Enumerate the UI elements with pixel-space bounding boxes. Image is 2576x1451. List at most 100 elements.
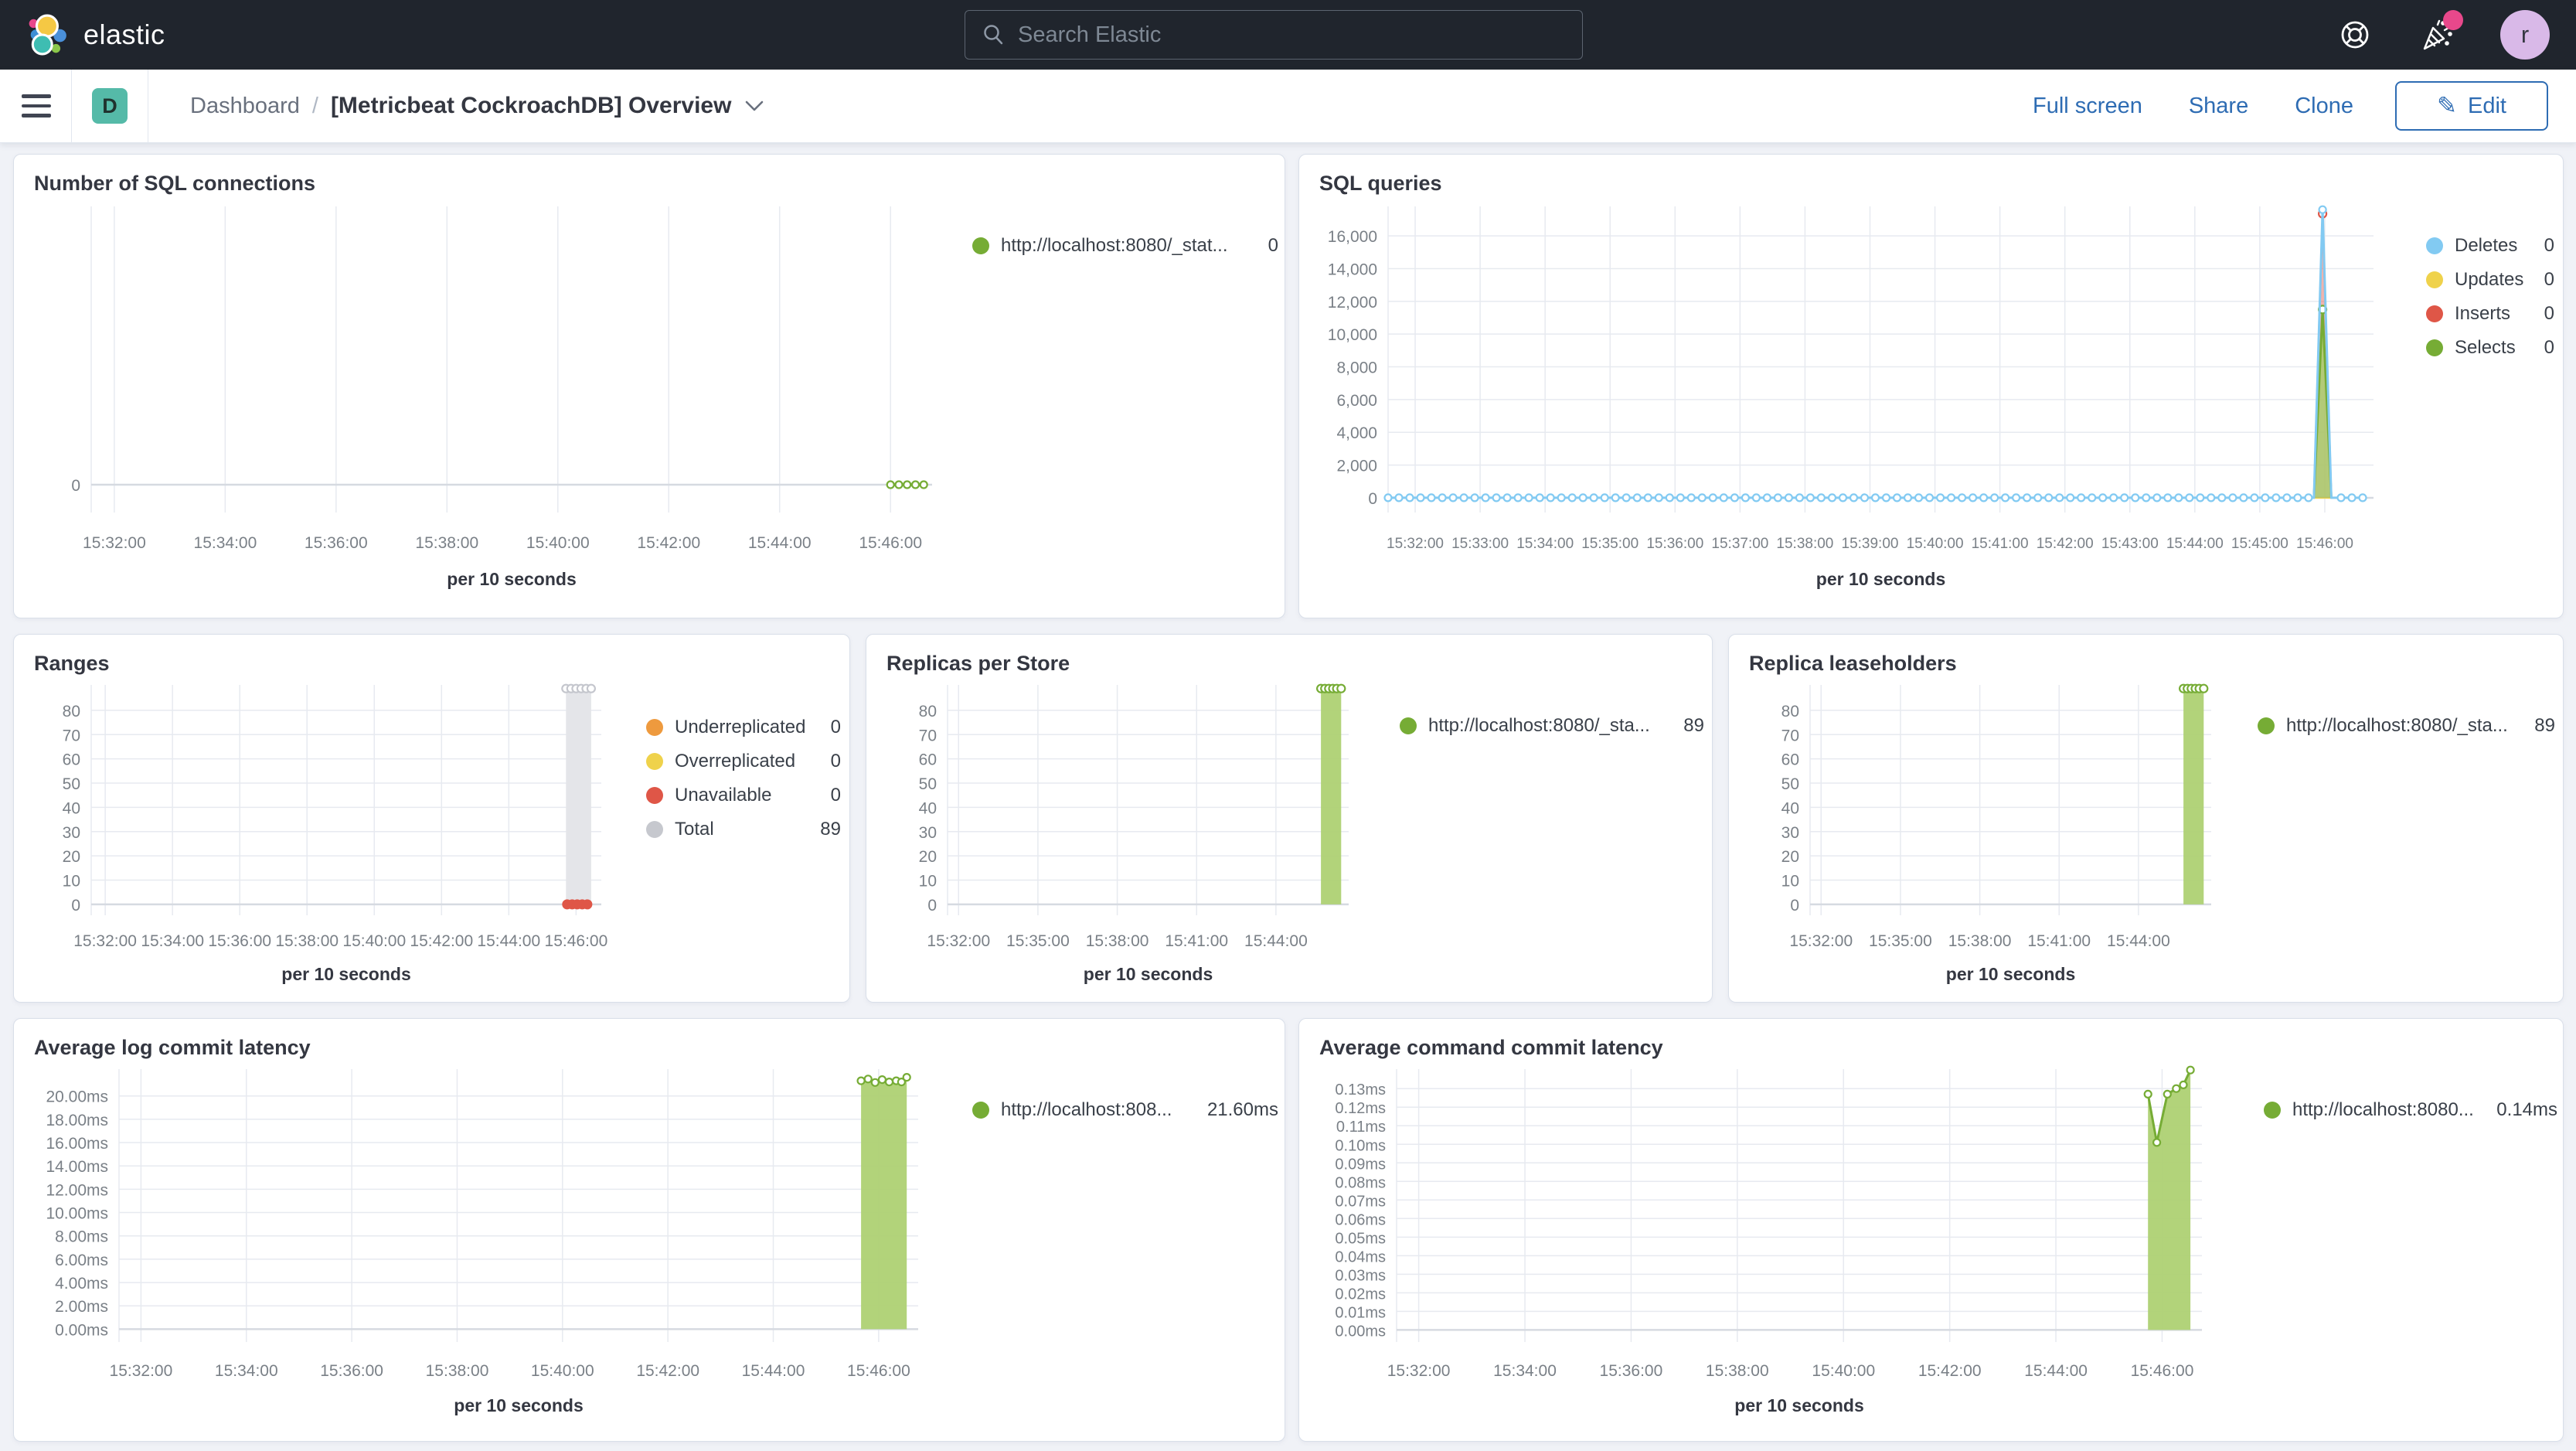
svg-text:15:42:00: 15:42:00 xyxy=(2037,536,2094,552)
legend-value: 0 xyxy=(2544,235,2554,256)
legend-item: http://localhost:8080/_stat... 0 xyxy=(972,229,1278,263)
svg-text:10: 10 xyxy=(63,873,80,891)
legend-item: Inserts 0 xyxy=(2426,297,2554,331)
svg-text:60: 60 xyxy=(919,751,937,769)
legend-label: Selects xyxy=(2455,337,2516,358)
legend-value: 89 xyxy=(1683,715,1704,736)
svg-text:15:38:00: 15:38:00 xyxy=(1776,536,1833,552)
legend-item: Total 89 xyxy=(646,812,841,846)
panel-title-sql-queries: SQL queries xyxy=(1319,172,1442,195)
svg-text:60: 60 xyxy=(63,751,80,769)
svg-text:0.12ms: 0.12ms xyxy=(1335,1100,1386,1117)
svg-text:80: 80 xyxy=(919,703,937,720)
svg-text:15:40:00: 15:40:00 xyxy=(1812,1362,1875,1380)
svg-text:15:38:00: 15:38:00 xyxy=(1948,932,2012,950)
user-avatar[interactable]: r xyxy=(2500,10,2550,60)
help-lifebuoy-icon[interactable] xyxy=(2336,16,2374,53)
edit-button-label: Edit xyxy=(2468,93,2506,118)
legend-series-dot-icon xyxy=(646,753,663,770)
search-input[interactable] xyxy=(1018,22,1567,48)
legend-label: Inserts xyxy=(2455,303,2511,324)
svg-text:20: 20 xyxy=(919,848,937,866)
chart-sql-queries[interactable]: 15:32:00 15:33:00 15:34:00 15:35:00 15:36:00… xyxy=(1299,197,2397,619)
svg-text:15:32:00: 15:32:00 xyxy=(83,534,146,552)
chevron-down-icon[interactable] xyxy=(744,98,765,114)
legend-series-dot-icon xyxy=(972,237,989,254)
svg-text:15:32:00: 15:32:00 xyxy=(73,932,137,950)
panel-ranges: Ranges 15:32:00 15:34:00 15:36:00 15:38:00 15… xyxy=(13,634,850,1003)
legend-item: http://localhost:8080/_sta... 89 xyxy=(2258,709,2555,743)
legend-item: Underreplicated 0 xyxy=(646,710,841,744)
svg-text:0.00ms: 0.00ms xyxy=(55,1321,108,1339)
svg-text:0.02ms: 0.02ms xyxy=(1335,1286,1386,1303)
svg-text:15:46:00: 15:46:00 xyxy=(2296,536,2353,552)
svg-text:15:35:00: 15:35:00 xyxy=(1581,536,1638,552)
svg-text:0: 0 xyxy=(1790,897,1799,915)
svg-text:15:38:00: 15:38:00 xyxy=(275,932,339,950)
chart-sql-connections[interactable]: 15:32:00 15:34:00 15:36:00 15:38:00 15:40:00… xyxy=(14,197,949,619)
svg-text:15:36:00: 15:36:00 xyxy=(1646,536,1703,552)
legend-value: 0.14ms xyxy=(2496,1099,2557,1120)
svg-text:12.00ms: 12.00ms xyxy=(46,1181,108,1199)
svg-text:per 10 seconds: per 10 seconds xyxy=(1816,569,1945,589)
svg-text:0.07ms: 0.07ms xyxy=(1335,1193,1386,1210)
svg-text:0.11ms: 0.11ms xyxy=(1336,1119,1386,1136)
panel-replicas-per-store: Replicas per Store 15:32:00 15:35:00 15:38:… xyxy=(866,634,1713,1003)
svg-text:20: 20 xyxy=(1781,848,1799,866)
legend-value: 0 xyxy=(830,717,841,737)
search-icon xyxy=(981,22,1006,47)
legend-label: http://localhost:8080/_sta... xyxy=(2286,715,2508,736)
legend-value: 21.60ms xyxy=(1206,1099,1278,1120)
svg-text:80: 80 xyxy=(63,703,80,720)
edit-button[interactable]: ✎ Edit xyxy=(2395,81,2548,131)
legend-series-dot-icon xyxy=(646,719,663,736)
elastic-brand[interactable]: elastic xyxy=(26,13,165,56)
legend-series-dot-icon xyxy=(2264,1102,2281,1119)
svg-text:6,000: 6,000 xyxy=(1336,392,1377,410)
panel-title-replica-leaseholders: Replica leaseholders xyxy=(1749,652,1957,675)
legend-label: Unavailable xyxy=(675,785,772,806)
dashboard-app-badge[interactable]: D xyxy=(92,88,128,124)
chart-replicas-per-store[interactable]: 15:32:00 15:35:00 15:38:00 15:41:00 15:44:00… xyxy=(866,677,1376,1003)
breadcrumb-separator: / xyxy=(311,93,318,118)
global-search[interactable] xyxy=(965,10,1583,60)
svg-text:15:44:00: 15:44:00 xyxy=(742,1362,805,1380)
full-screen-button[interactable]: Full screen xyxy=(2033,94,2142,119)
svg-text:15:45:00: 15:45:00 xyxy=(2231,536,2288,552)
svg-text:4,000: 4,000 xyxy=(1336,424,1377,442)
chart-avg-command-commit-latency[interactable]: 15:32:00 15:34:00 15:36:00 15:38:00 15:40:00… xyxy=(1299,1061,2234,1442)
share-button[interactable]: Share xyxy=(2189,94,2248,119)
breadcrumb-dashboard-link[interactable]: Dashboard xyxy=(190,94,300,119)
svg-text:15:38:00: 15:38:00 xyxy=(426,1362,489,1380)
chart-replica-leaseholders[interactable]: 15:32:00 15:35:00 15:38:00 15:41:00 15:44:00… xyxy=(1729,677,2239,1003)
legend-label: Updates xyxy=(2455,269,2524,290)
clone-button[interactable]: Clone xyxy=(2295,94,2353,119)
svg-text:0.00ms: 0.00ms xyxy=(1335,1323,1386,1340)
whats-new-party-popper-icon[interactable] xyxy=(2418,10,2463,53)
legend-value: 0 xyxy=(830,751,841,771)
svg-text:0.01ms: 0.01ms xyxy=(1335,1304,1386,1321)
panel-title-ranges: Ranges xyxy=(34,652,110,675)
menu-hamburger-icon[interactable] xyxy=(22,94,51,118)
svg-text:15:36:00: 15:36:00 xyxy=(208,932,271,950)
legend-label: Deletes xyxy=(2455,235,2518,256)
svg-text:per 10 seconds: per 10 seconds xyxy=(447,569,576,589)
legend-item: Overreplicated 0 xyxy=(646,744,841,778)
svg-text:70: 70 xyxy=(1781,727,1799,744)
legend-sql-queries: Deletes 0 Updates 0 Inserts 0 Selects 0 xyxy=(2426,229,2554,365)
breadcrumb: Dashboard / [Metricbeat CockroachDB] Ove… xyxy=(190,93,765,119)
svg-text:2,000: 2,000 xyxy=(1336,458,1377,475)
svg-text:per 10 seconds: per 10 seconds xyxy=(281,964,410,984)
svg-text:50: 50 xyxy=(63,775,80,793)
svg-text:15:32:00: 15:32:00 xyxy=(927,932,990,950)
svg-text:15:46:00: 15:46:00 xyxy=(859,534,922,552)
svg-text:15:42:00: 15:42:00 xyxy=(637,534,700,552)
legend-series-dot-icon xyxy=(646,821,663,838)
chart-ranges[interactable]: 15:32:00 15:34:00 15:36:00 15:38:00 15:40:00… xyxy=(14,677,632,1003)
svg-text:15:39:00: 15:39:00 xyxy=(1842,536,1899,552)
svg-text:0.08ms: 0.08ms xyxy=(1335,1174,1386,1191)
svg-text:15:34:00: 15:34:00 xyxy=(194,534,257,552)
legend-label: Total xyxy=(675,819,714,840)
chart-avg-log-commit-latency[interactable]: 15:32:00 15:34:00 15:36:00 15:38:00 15:40:00… xyxy=(14,1061,949,1442)
svg-text:0.03ms: 0.03ms xyxy=(1335,1267,1386,1284)
